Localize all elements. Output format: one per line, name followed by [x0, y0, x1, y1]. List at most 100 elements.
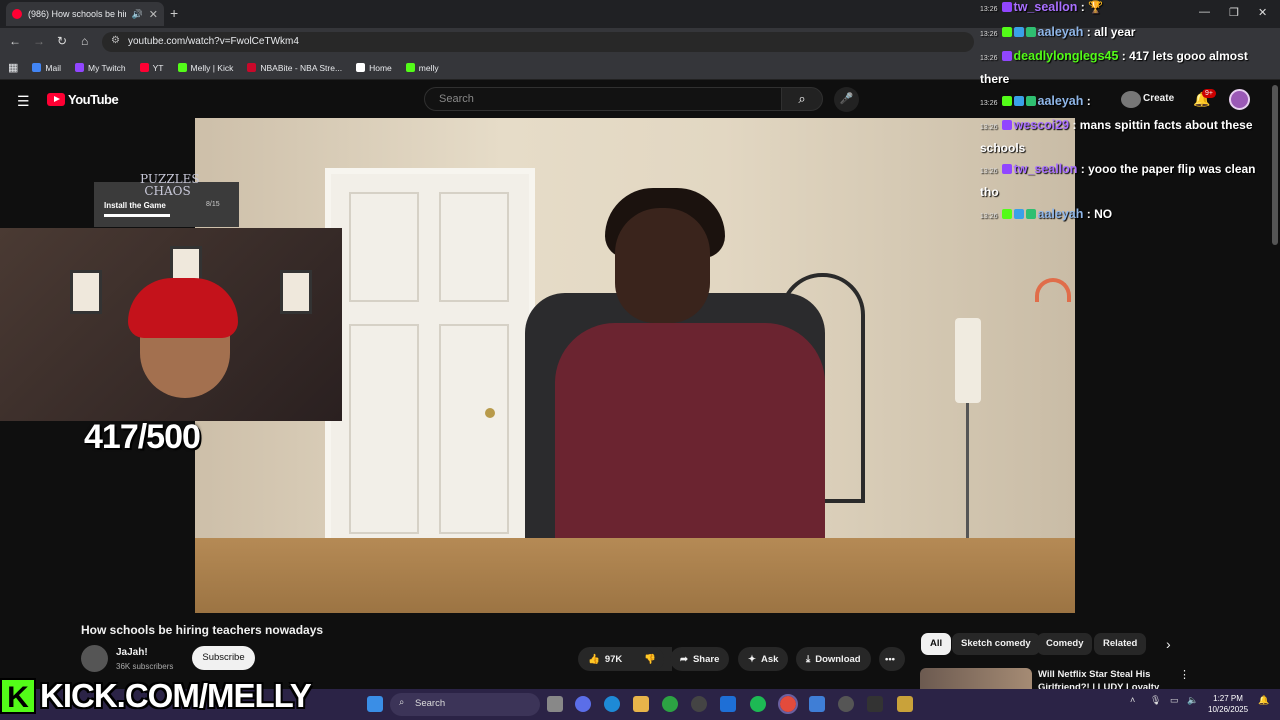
site-info-icon[interactable]: ⚙: [111, 35, 120, 46]
menu-icon[interactable]: ☰: [17, 93, 30, 110]
bookmark-melly[interactable]: melly: [405, 63, 439, 73]
volume-icon[interactable]: 🔈: [1187, 695, 1198, 706]
ad-counter: 8/15: [206, 201, 220, 208]
tray-chevron-icon[interactable]: ˄: [1130, 695, 1135, 705]
create-button[interactable]: Create: [1143, 93, 1174, 104]
webcam-overlay: [0, 228, 342, 421]
new-tab-icon[interactable]: +: [170, 5, 178, 21]
twitch-badge-icon: [1001, 51, 1012, 61]
kick-badge-icon: [1001, 209, 1012, 219]
recommended-title[interactable]: Will Netflix Star Steal His Girlfriend?!…: [1038, 668, 1168, 690]
wall-poster: [70, 270, 102, 314]
youtube-play-icon: [47, 93, 65, 106]
speaker-icon[interactable]: 🔊: [132, 9, 143, 20]
share-button[interactable]: ➦ Share: [670, 647, 730, 671]
share-icon: ➦: [680, 653, 688, 665]
mail-icon: [32, 63, 42, 72]
chat-username: aaleyah: [1037, 94, 1084, 108]
clock-time: 1:27 PM: [1213, 694, 1243, 703]
bookmark-home[interactable]: Home: [356, 63, 392, 73]
profile-avatar[interactable]: [1229, 89, 1250, 110]
more-actions-button[interactable]: •••: [879, 647, 905, 671]
page-scrollbar[interactable]: [1272, 85, 1278, 245]
chat-timestamp: 13:26: [980, 100, 998, 107]
video-person: [555, 323, 825, 563]
chrome-icon[interactable]: [778, 694, 798, 714]
kick-badge-icon: [1001, 27, 1012, 37]
media-player-icon[interactable]: [838, 696, 854, 712]
voice-search-button[interactable]: 🎤: [834, 87, 859, 112]
app-icon-2[interactable]: [897, 696, 913, 712]
channel-name[interactable]: JaJah!: [116, 647, 148, 658]
kick-icon: [405, 63, 415, 72]
chat-timestamp: 13:26: [980, 168, 998, 175]
search-input[interactable]: Search: [424, 87, 782, 111]
forward-icon[interactable]: →: [33, 34, 45, 48]
chip-all[interactable]: All: [921, 633, 952, 655]
chat-timestamp: 13:26: [980, 124, 998, 131]
youtube-logo[interactable]: YouTube: [47, 92, 119, 107]
recommended-thumbnail[interactable]: [920, 668, 1032, 690]
store-icon[interactable]: [720, 696, 736, 712]
sparkle-icon: ✦: [748, 653, 756, 665]
bookmark-mail[interactable]: Mail: [32, 63, 61, 73]
chip-comedy[interactable]: Comedy: [1037, 633, 1093, 655]
twitch-badge-icon: [1001, 164, 1012, 174]
mic-icon[interactable]: 🎙: [1150, 695, 1161, 706]
obs-icon[interactable]: [691, 696, 707, 712]
photos-icon[interactable]: [809, 696, 825, 712]
video-door: [325, 168, 535, 568]
ad-install-label[interactable]: Install the Game: [104, 201, 166, 210]
home-icon[interactable]: ⌂: [81, 34, 88, 48]
windows-start-icon[interactable]: [367, 696, 383, 712]
chip-sketch-comedy[interactable]: Sketch comedy: [952, 633, 1040, 655]
bookmark-kick[interactable]: Melly | Kick: [177, 63, 233, 73]
chip-related[interactable]: Related: [1094, 633, 1147, 655]
streamer-bonnet: [128, 278, 238, 338]
wifi-icon[interactable]: ▭: [1170, 695, 1179, 706]
channel-avatar[interactable]: [81, 645, 108, 672]
spotify-icon[interactable]: [750, 696, 766, 712]
bookmark-twitch[interactable]: My Twitch: [75, 63, 126, 73]
taskbar-search[interactable]: ⌕ Search: [390, 693, 540, 716]
door-knob: [485, 408, 495, 418]
edge-icon[interactable]: [604, 696, 620, 712]
chat-username: deadlylonglegs45: [1013, 49, 1119, 63]
notification-center-icon[interactable]: 🔔: [1258, 695, 1269, 706]
task-view-icon[interactable]: [547, 696, 563, 712]
x-icon: [356, 63, 366, 72]
close-tab-icon[interactable]: ✕: [149, 8, 158, 21]
copilot-icon[interactable]: [575, 696, 591, 712]
mic-icon: 🎤: [839, 93, 854, 105]
share-label: Share: [692, 653, 720, 665]
back-icon[interactable]: ←: [9, 34, 21, 48]
search-icon: ⌕: [798, 91, 806, 106]
video-lamp: [955, 318, 981, 403]
app-icon[interactable]: [867, 696, 883, 712]
recommended-more-icon[interactable]: ⋮: [1179, 668, 1190, 681]
file-explorer-icon[interactable]: [633, 696, 649, 712]
mod-badge-icon: [1013, 96, 1024, 106]
system-clock[interactable]: 1:27 PM 10/26/2025: [1208, 693, 1248, 715]
like-count: 97K: [604, 653, 623, 665]
ask-button[interactable]: ✦ Ask: [738, 647, 789, 671]
dislike-button[interactable]: 👎: [634, 647, 664, 671]
url-bar[interactable]: ⚙ youtube.com/watch?v=FwolCeTWkm4: [102, 32, 974, 52]
chat-username: tw_seallon: [1013, 162, 1078, 176]
download-button[interactable]: ⤓ Download: [796, 647, 871, 671]
search-button[interactable]: ⌕: [781, 87, 823, 111]
subscribe-button[interactable]: Subscribe: [192, 646, 255, 670]
bookmark-nbabite[interactable]: NBABite - NBA Stre...: [247, 63, 342, 73]
chevron-right-icon[interactable]: ›: [1166, 636, 1171, 652]
xbox-icon[interactable]: [662, 696, 678, 712]
apps-grid-icon[interactable]: ▦: [8, 61, 18, 74]
chat-message: 13:26 wescoi29 : mans spittin facts about…: [980, 118, 1253, 155]
chat-timestamp: 13:26: [980, 213, 998, 220]
thumbs-up-icon: 👍: [588, 653, 600, 665]
download-icon: ⤓: [806, 653, 811, 665]
ad-logo: PUZZLES CHAOS: [140, 172, 200, 198]
browser-tab[interactable]: (986) How schools be hiring teachers now…: [6, 2, 164, 26]
url-text: youtube.com/watch?v=FwolCeTWkm4: [128, 36, 299, 47]
reload-icon[interactable]: ↻: [57, 34, 67, 48]
bookmark-yt[interactable]: YT: [139, 63, 164, 73]
